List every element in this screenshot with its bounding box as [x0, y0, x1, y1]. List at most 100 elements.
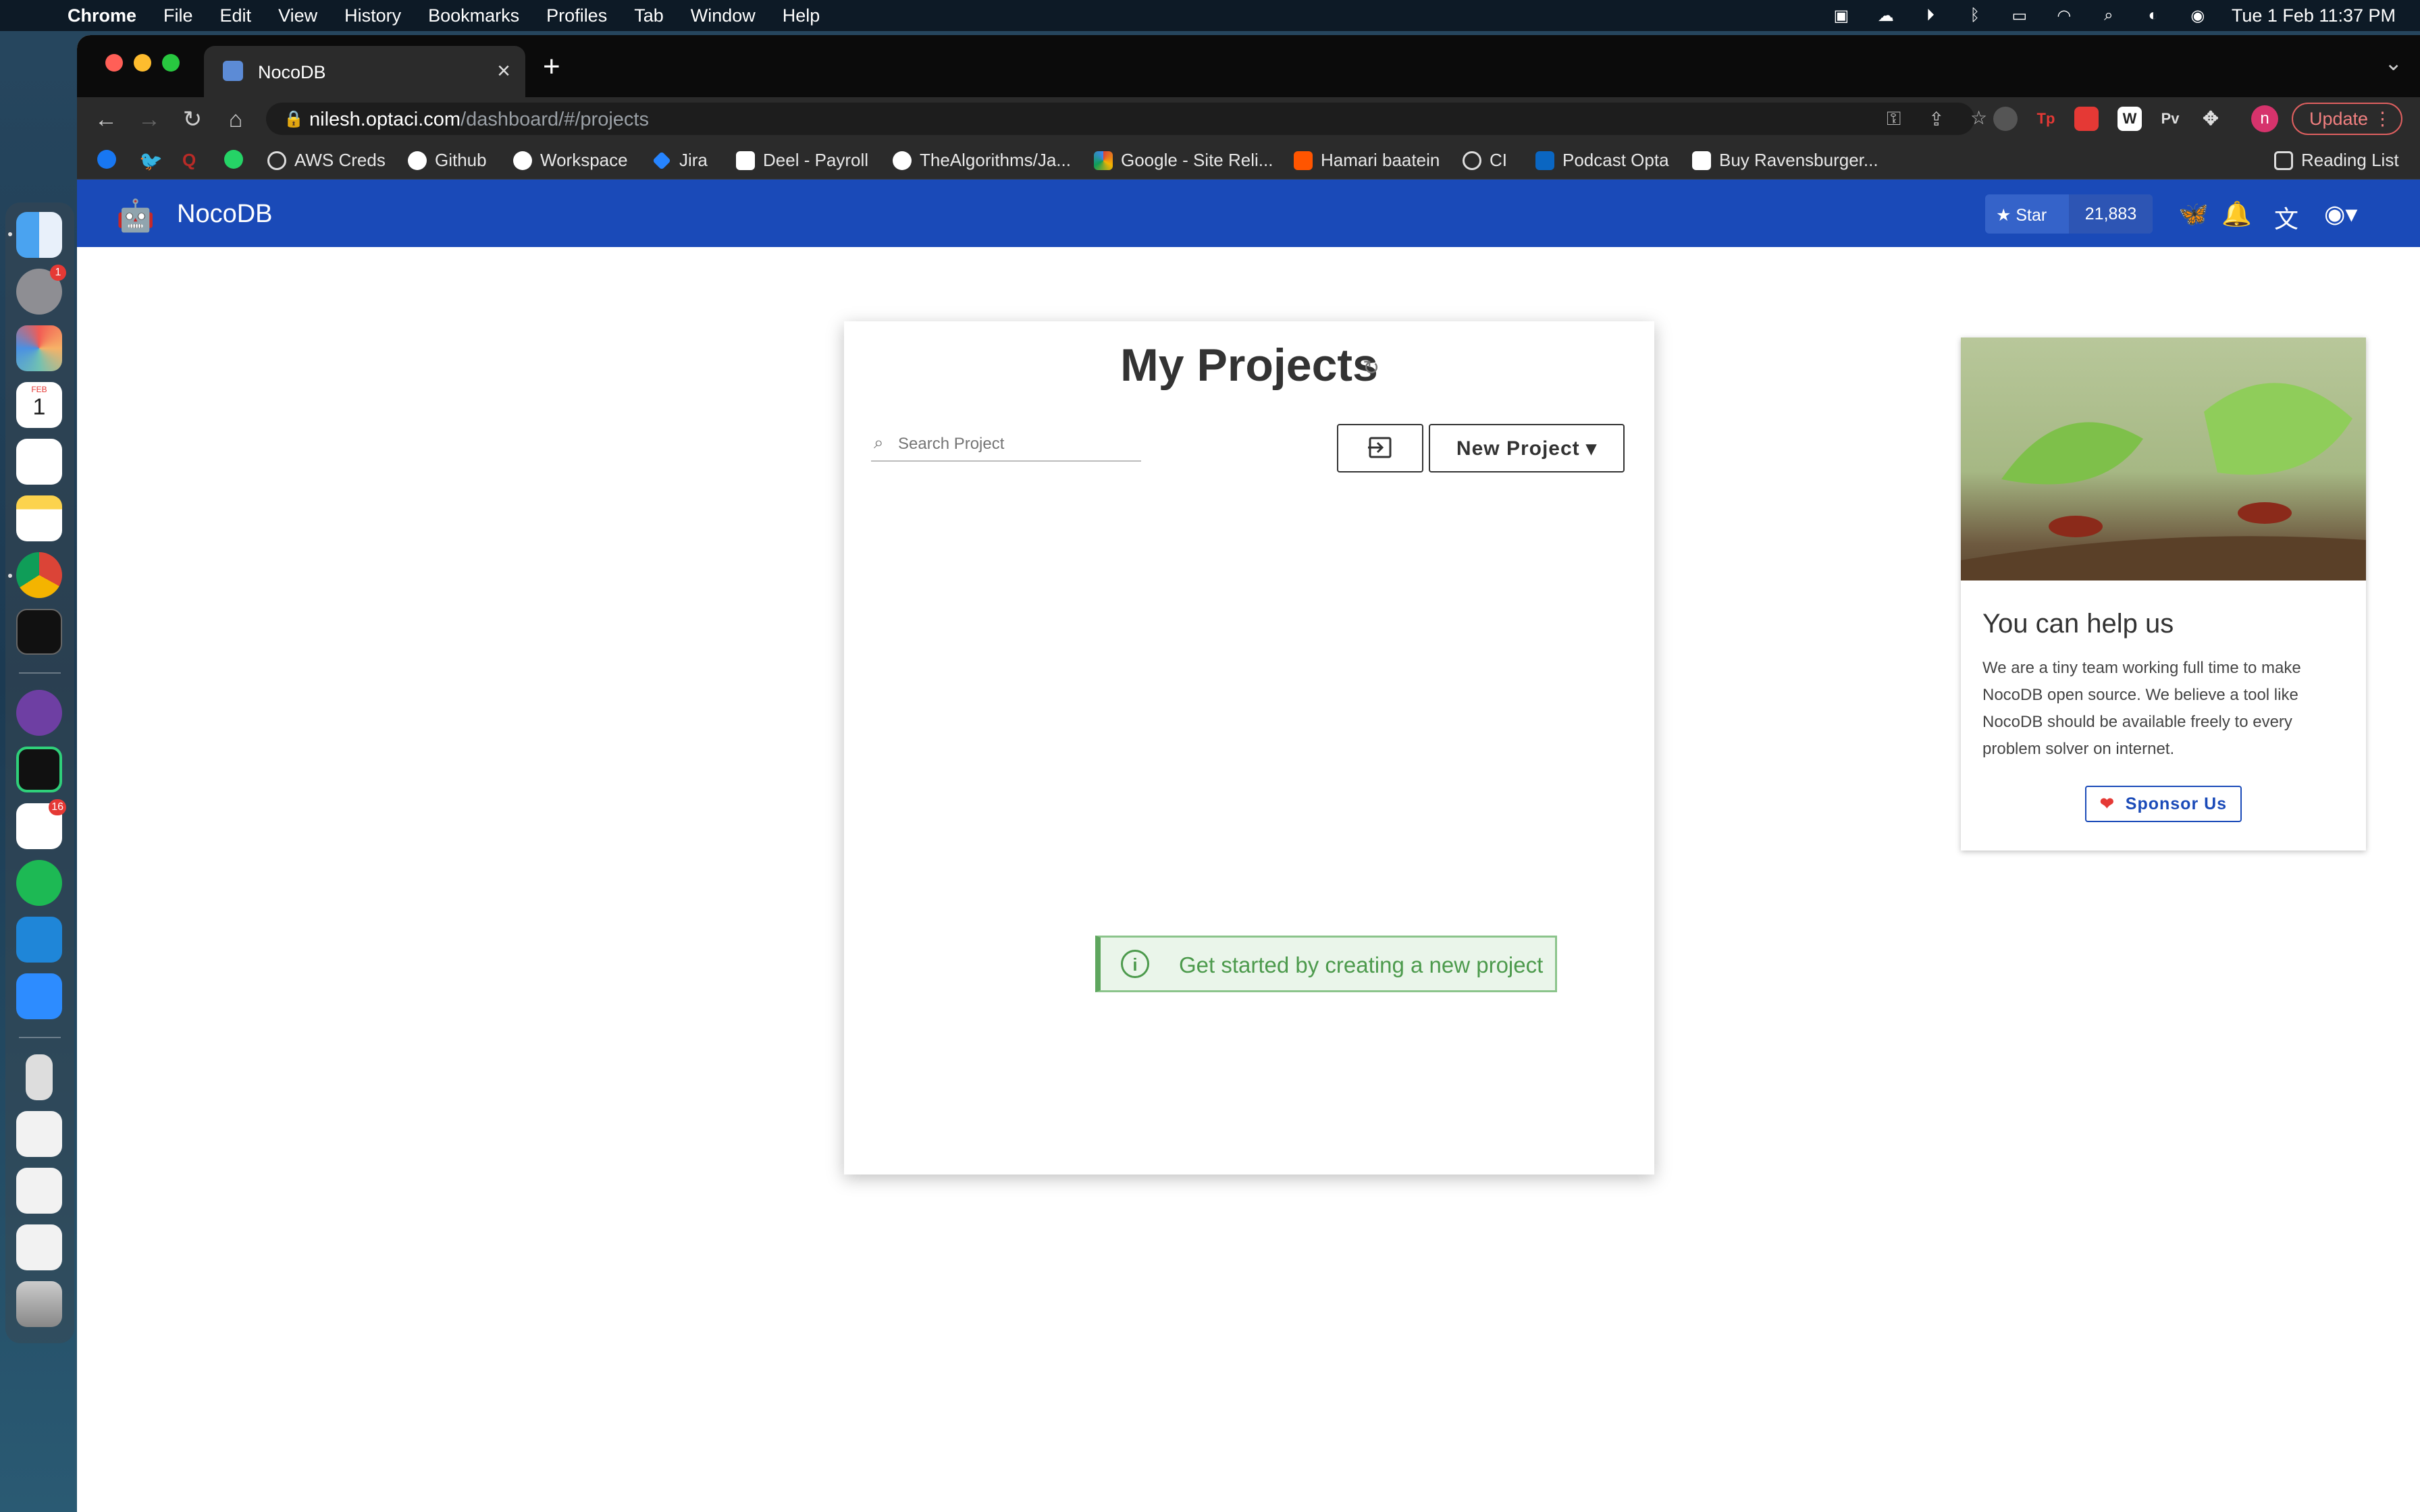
menu-app-name[interactable]: Chrome [68, 5, 136, 26]
trash-icon[interactable] [16, 1281, 62, 1327]
extensions-puzzle-icon[interactable]: ✥ [2199, 107, 2223, 131]
finder-icon[interactable] [16, 212, 62, 258]
control-center-icon[interactable]: ◐ [2142, 6, 2164, 24]
reload-icon[interactable]: ↻ [178, 105, 207, 134]
menu-window[interactable]: Window [691, 5, 756, 26]
reading-list[interactable]: Reading List [2274, 150, 2399, 171]
import-project-button[interactable] [1337, 424, 1423, 473]
bookmark-deel[interactable]: Deel - Payroll [736, 150, 868, 171]
profile-avatar[interactable]: n [2251, 105, 2278, 132]
slack-icon[interactable]: 16 [16, 799, 66, 849]
window-thumbnail-icon[interactable] [16, 1168, 62, 1214]
extension-w-icon[interactable]: W [2118, 107, 2142, 131]
back-icon[interactable]: ← [92, 105, 120, 134]
search-input[interactable] [897, 432, 1140, 456]
menu-tab[interactable]: Tab [634, 5, 664, 26]
github-desktop-icon[interactable] [16, 690, 62, 736]
siri-icon[interactable]: ◉ [2187, 7, 2209, 25]
reminders-icon[interactable] [16, 439, 62, 485]
forward-icon[interactable]: → [135, 105, 163, 134]
bookmark-ci[interactable]: CI [1463, 150, 1507, 171]
globe-icon [267, 151, 286, 170]
menu-help[interactable]: Help [783, 5, 820, 26]
maximize-window-button[interactable] [162, 54, 180, 72]
extension-red-icon[interactable] [2074, 107, 2099, 131]
extension-tp-icon[interactable]: Tp [2034, 107, 2058, 131]
launchpad-icon[interactable] [16, 325, 62, 371]
spotlight-search-icon[interactable]: ⌕ [2098, 6, 2120, 24]
new-project-button[interactable]: New Project ▾ [1429, 424, 1625, 473]
bookmark-label: Github [435, 150, 487, 170]
browser-tab[interactable]: NocoDB × [204, 46, 525, 99]
vscode-icon[interactable] [16, 917, 62, 963]
bookmark-hamari-baatein[interactable]: Hamari baatein [1294, 150, 1440, 171]
menu-history[interactable]: History [344, 5, 401, 26]
window-thumbnail-icon[interactable] [16, 1224, 62, 1270]
system-preferences-icon[interactable]: 1 [16, 265, 66, 315]
bookmark-buy-ravensburger[interactable]: Buy Ravensburger... [1692, 150, 1878, 171]
bookmark-google-sre[interactable]: Google - Site Reli... [1094, 150, 1273, 171]
app-header: 🤖 NocoDB ★ Star 21,883 🦋 🔔 文 ◉▾ [77, 180, 2420, 247]
terminal-icon[interactable] [16, 609, 62, 655]
bookmark-facebook[interactable] [97, 150, 116, 169]
bookmark-workspace[interactable]: Workspace [513, 150, 628, 171]
page-title: My Projects [1120, 340, 1378, 391]
butterfly-icon[interactable]: 🦋 [2178, 200, 2209, 228]
bell-icon[interactable]: 🔔 [2221, 200, 2252, 228]
key-icon[interactable]: ⚿ [1887, 108, 1901, 130]
bookmark-quora[interactable]: Q [182, 150, 201, 170]
window-thumbnail-icon[interactable] [16, 1111, 62, 1157]
menu-profiles[interactable]: Profiles [546, 5, 607, 26]
notes-icon[interactable] [16, 495, 62, 541]
sponsor-us-button[interactable]: ❤ Sponsor Us [2085, 786, 2242, 822]
wifi-tray-icon[interactable]: ◠ [2053, 7, 2075, 25]
address-bar[interactable]: 🔒 nilesh.optaci.com/dashboard/#/projects… [266, 103, 1987, 135]
account-icon[interactable]: ◉▾ [2324, 200, 2357, 228]
bookmark-whatsapp[interactable] [224, 150, 243, 169]
spotify-icon[interactable] [16, 860, 62, 906]
menu-file[interactable]: File [163, 5, 193, 26]
bookmark-aws-creds[interactable]: AWS Creds [267, 150, 386, 171]
calendar-icon[interactable]: FEB 1 [16, 382, 62, 428]
zoom-icon[interactable] [16, 973, 62, 1019]
search-icon: ⌕ [874, 432, 884, 452]
home-icon[interactable]: ⌂ [221, 105, 250, 134]
lock-icon[interactable]: 🔒 [284, 109, 304, 129]
bookmark-github[interactable]: Github [408, 150, 487, 171]
weather-tray-icon[interactable]: ☁ [1875, 7, 1897, 25]
new-tab-button[interactable]: + [543, 50, 560, 84]
iphone-mirror-icon[interactable] [26, 1054, 53, 1100]
pycharm-icon[interactable] [16, 747, 62, 792]
play-tray-icon[interactable]: ⏵ [1920, 6, 1941, 24]
extension-pv-icon[interactable]: Pv [2158, 107, 2182, 131]
tab-close-icon[interactable]: × [497, 58, 510, 84]
minimize-window-button[interactable] [134, 54, 151, 72]
bluetooth-tray-icon[interactable]: ᛒ [1964, 6, 1986, 24]
bookmark-star-icon[interactable]: ☆ [1970, 107, 1987, 129]
menu-edit[interactable]: Edit [220, 5, 252, 26]
refresh-icon[interactable]: ↻ [1363, 356, 1379, 380]
bookmark-twitter[interactable]: 🐦 [139, 150, 163, 171]
bookmark-thealgorithms[interactable]: TheAlgorithms/Ja... [893, 150, 1071, 171]
zoom-tray-icon[interactable]: ▣ [1831, 7, 1852, 25]
battery-tray-icon[interactable]: ▭ [2009, 7, 2030, 25]
kebab-menu-icon[interactable]: ⋮ [2373, 104, 2392, 134]
share-icon[interactable]: ⇪ [1928, 108, 1944, 130]
nocodb-logo-icon[interactable]: 🤖 [116, 197, 155, 234]
chrome-icon[interactable] [16, 552, 62, 598]
app-brand[interactable]: NocoDB [177, 200, 273, 229]
amazon-icon [1692, 151, 1711, 170]
deel-icon [736, 151, 755, 170]
update-button[interactable]: Update ⋮ [2292, 103, 2402, 135]
extension-circle-icon[interactable] [1993, 107, 2018, 131]
translate-icon[interactable]: 文 [2274, 200, 2298, 235]
bookmark-jira[interactable]: Jira [652, 150, 708, 171]
menu-clock[interactable]: Tue 1 Feb 11:37 PM [2232, 5, 2396, 26]
circleci-icon [1463, 151, 1481, 170]
tab-search-chevron-icon[interactable]: ⌄ [2384, 50, 2402, 76]
menu-view[interactable]: View [278, 5, 317, 26]
bookmark-podcast-opta[interactable]: Podcast Opta [1535, 150, 1669, 171]
close-window-button[interactable] [105, 54, 123, 72]
menu-bookmarks[interactable]: Bookmarks [428, 5, 519, 26]
github-star-button[interactable]: ★ Star 21,883 [1985, 194, 2153, 234]
